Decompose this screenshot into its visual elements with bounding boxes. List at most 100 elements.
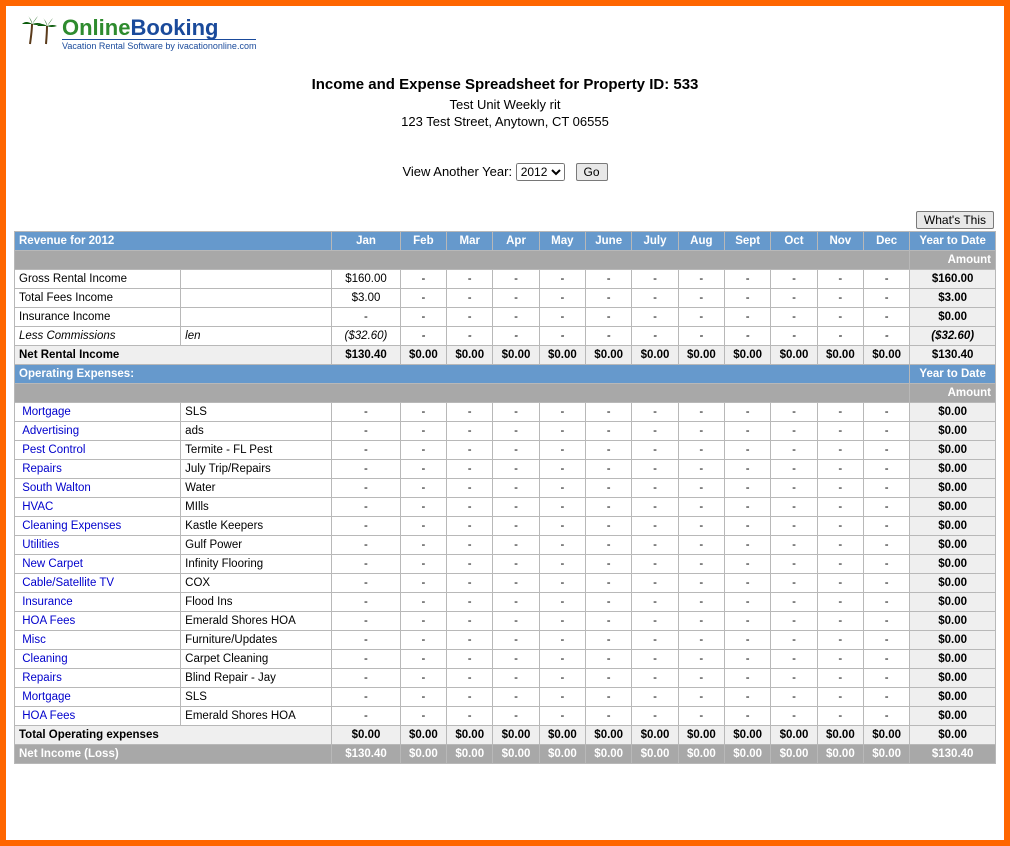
cell: - [864, 630, 910, 649]
cell: - [725, 516, 771, 535]
table-row: MiscFurniture/Updates------------$0.00 [15, 630, 996, 649]
ytd-cell: $0.00 [910, 478, 996, 497]
cell: $0.00 [817, 345, 863, 364]
table-row: Cleaning ExpensesKastle Keepers---------… [15, 516, 996, 535]
cell: - [725, 459, 771, 478]
category-name[interactable]: South Walton [15, 478, 181, 497]
cell: - [447, 554, 493, 573]
category-link[interactable]: Repairs [22, 463, 62, 475]
cell: - [864, 478, 910, 497]
category-name[interactable]: Repairs [15, 459, 181, 478]
category-desc: Emerald Shores HOA [181, 611, 332, 630]
cell: - [493, 668, 539, 687]
category-name[interactable]: Repairs [15, 668, 181, 687]
cell: $0.00 [864, 345, 910, 364]
cell: - [400, 402, 446, 421]
month-header: May [539, 231, 585, 250]
go-button[interactable]: Go [576, 163, 608, 181]
category-link[interactable]: Insurance [22, 596, 73, 608]
category-link[interactable]: Pest Control [22, 444, 85, 456]
category-link[interactable]: Mortgage [22, 691, 71, 703]
cell: - [725, 535, 771, 554]
cell: - [632, 440, 678, 459]
cell: - [678, 459, 724, 478]
category-name[interactable]: Cable/Satellite TV [15, 573, 181, 592]
category-name[interactable]: Cleaning [15, 649, 181, 668]
year-select[interactable]: 2012 [516, 163, 565, 181]
cell: - [447, 516, 493, 535]
cell: - [817, 611, 863, 630]
category-link[interactable]: Repairs [22, 672, 62, 684]
logo-subtitle: Vacation Rental Software by ivacationonl… [62, 39, 256, 51]
cell: - [493, 402, 539, 421]
cell: - [725, 288, 771, 307]
cell: $0.00 [400, 744, 446, 763]
cell: - [678, 687, 724, 706]
cell: $0.00 [539, 744, 585, 763]
cell: - [771, 573, 817, 592]
cell: - [332, 421, 400, 440]
month-header: Sept [725, 231, 771, 250]
cell: - [447, 440, 493, 459]
whats-this-button[interactable]: What's This [916, 211, 994, 229]
cell: - [539, 668, 585, 687]
cell: - [400, 592, 446, 611]
ytd-cell: $0.00 [910, 516, 996, 535]
category-link[interactable]: HOA Fees [22, 710, 75, 722]
category-link[interactable]: Utilities [22, 539, 59, 551]
category-name[interactable]: HVAC [15, 497, 181, 516]
cell: $0.00 [539, 345, 585, 364]
category-name[interactable]: Mortgage [15, 687, 181, 706]
category-link[interactable]: New Carpet [22, 558, 83, 570]
cell: $0.00 [817, 725, 863, 744]
category-name[interactable]: Mortgage [15, 402, 181, 421]
cell: - [332, 630, 400, 649]
year-picker-label: View Another Year: [402, 164, 512, 179]
table-row: Cable/Satellite TVCOX------------$0.00 [15, 573, 996, 592]
cell: - [771, 269, 817, 288]
category-desc: Blind Repair - Jay [181, 668, 332, 687]
cell: - [539, 307, 585, 326]
cell: - [539, 516, 585, 535]
category-link[interactable]: Misc [22, 634, 46, 646]
category-name[interactable]: HOA Fees [15, 611, 181, 630]
cell: - [632, 459, 678, 478]
category-link[interactable]: Cleaning Expenses [22, 520, 121, 532]
cell: - [864, 288, 910, 307]
category-name[interactable]: Pest Control [15, 440, 181, 459]
cell: - [400, 668, 446, 687]
logo: OnlineBooking Vacation Rental Software b… [14, 14, 996, 58]
category-name[interactable]: HOA Fees [15, 706, 181, 725]
category-name[interactable]: Misc [15, 630, 181, 649]
category-link[interactable]: Cable/Satellite TV [22, 577, 114, 589]
expenses-header-row: Operating Expenses:Year to Date [15, 364, 996, 383]
category-link[interactable]: HOA Fees [22, 615, 75, 627]
category-link[interactable]: Cleaning [22, 653, 67, 665]
cell: - [493, 459, 539, 478]
cell: - [586, 478, 632, 497]
category-name[interactable]: Utilities [15, 535, 181, 554]
category-name[interactable]: Cleaning Expenses [15, 516, 181, 535]
cell: - [632, 421, 678, 440]
category-desc: COX [181, 573, 332, 592]
cell: $0.00 [771, 345, 817, 364]
cell: $0.00 [678, 744, 724, 763]
cell: - [771, 459, 817, 478]
category-desc: len [181, 326, 332, 345]
category-name[interactable]: Insurance [15, 592, 181, 611]
category-name[interactable]: New Carpet [15, 554, 181, 573]
category-link[interactable]: Mortgage [22, 406, 71, 418]
spreadsheet-table: Revenue for 2012JanFebMarAprMayJuneJulyA… [14, 231, 996, 764]
cell: - [586, 573, 632, 592]
category-name[interactable]: Advertising [15, 421, 181, 440]
category-link[interactable]: Advertising [22, 425, 79, 437]
amount-heading: Amount [910, 383, 996, 402]
table-row: Total Fees Income$3.00-----------$3.00 [15, 288, 996, 307]
cell: - [678, 478, 724, 497]
cell: - [539, 687, 585, 706]
net-rental-row: Net Rental Income$130.40$0.00$0.00$0.00$… [15, 345, 996, 364]
cell: $0.00 [725, 744, 771, 763]
ytd-cell: $0.00 [910, 649, 996, 668]
category-link[interactable]: South Walton [22, 482, 91, 494]
category-link[interactable]: HVAC [22, 501, 53, 513]
